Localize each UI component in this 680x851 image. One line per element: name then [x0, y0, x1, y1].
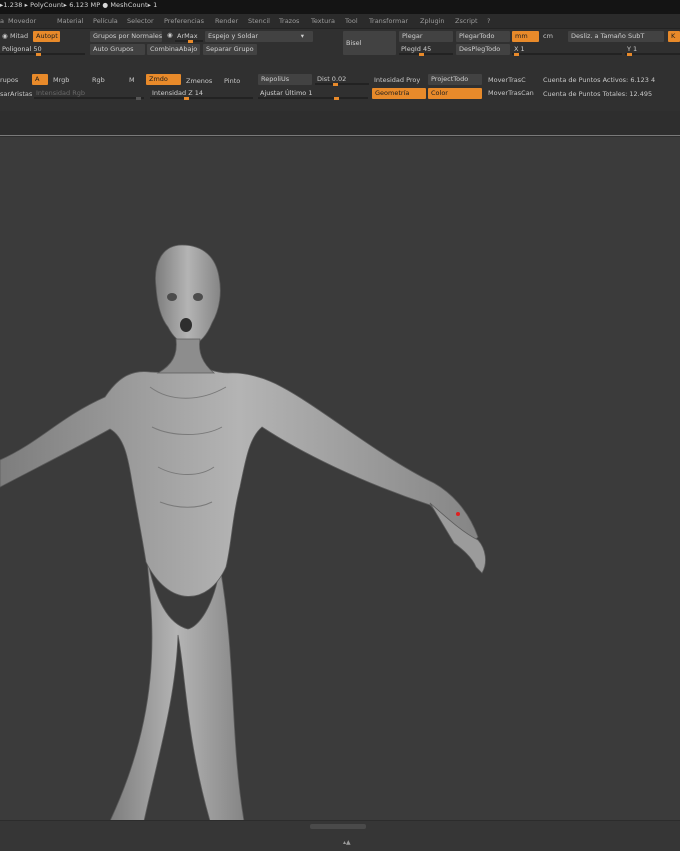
total-points-count: Cuenta de Puntos Totales: 12.495	[543, 90, 653, 98]
rgb-button[interactable]: Rgb	[92, 76, 105, 84]
menu-item-stencil[interactable]: Stencil	[248, 17, 270, 25]
active-points-count: Cuenta de Puntos Activos: 6.123 4	[543, 76, 656, 84]
geometria-button[interactable]: Geometría	[372, 88, 426, 99]
intensidad-proy-label: Intesidad Proy	[374, 76, 421, 84]
tool-palette-panel-lower	[0, 111, 680, 137]
combina-abajo-button[interactable]: CombinaAbajo	[147, 44, 200, 55]
sculpt-canvas[interactable]	[0, 137, 680, 820]
menu-item-textura[interactable]: Textura	[311, 17, 335, 25]
plegar-button[interactable]: Plegar	[399, 31, 453, 42]
menu-item-zplugin[interactable]: Zplugin	[420, 17, 445, 25]
repoli-button[interactable]: RepoliUs	[258, 74, 312, 85]
intensidad-rgb-slider[interactable]: Intensidad Rgb	[34, 88, 144, 100]
shelf-handle[interactable]	[310, 824, 366, 829]
mitad-label: Mitad	[10, 32, 29, 40]
grupos-por-normales-button[interactable]: Grupos por Normales	[90, 31, 162, 42]
y-slider[interactable]: Y 1	[625, 44, 680, 56]
menu-item-preferencias[interactable]: Preferencias	[164, 17, 204, 25]
menu-item-0[interactable]: a	[0, 17, 4, 25]
aristas-label: sarAristas	[0, 90, 33, 98]
menu-item-tool[interactable]: Tool	[345, 17, 358, 25]
mesh-info-bar: ▸1.238 ▸ PolyCount▸ 6.123 MP ● MeshCount…	[0, 1, 158, 9]
bottom-shelf-toggle-icon[interactable]: ▴▲	[343, 839, 351, 846]
menu-item-selector[interactable]: Selector	[127, 17, 154, 25]
pinto-button[interactable]: Pinto	[224, 77, 240, 85]
polygroups-label: rupos	[0, 76, 19, 84]
dropdown-label: Espejo y Soldar	[208, 32, 259, 40]
x-slider[interactable]: X 1	[512, 44, 622, 56]
zmdo-button[interactable]: Zmdo	[146, 74, 181, 85]
intensidad-z-slider[interactable]: Intensidad Z 14	[150, 88, 253, 100]
menu-item-movedor[interactable]: Movedor	[8, 17, 36, 25]
menu-item-render[interactable]: Render	[215, 17, 238, 25]
bisel-button[interactable]: Bisel	[343, 31, 396, 55]
separar-grupo-button[interactable]: Separar Grupo	[203, 44, 257, 55]
k-button[interactable]: K	[668, 31, 680, 42]
unit-mm-button[interactable]: mm	[512, 31, 539, 42]
bottom-shelf: ▴▲	[0, 820, 680, 851]
dist-slider[interactable]: Dist 0.02	[315, 74, 369, 86]
autopt-button[interactable]: Autopt	[33, 31, 60, 42]
zombie-model-3d[interactable]	[0, 244, 486, 820]
menu-item-material[interactable]: Material	[57, 17, 83, 25]
plegar-todo-button[interactable]: PlegarTodo	[456, 31, 510, 42]
espejo-soldar-dropdown[interactable]: Espejo y Soldar ▾	[205, 31, 313, 42]
poligonal-slider[interactable]: Poligonal 50	[0, 44, 85, 56]
project-todo-button[interactable]: ProjectTodo	[428, 74, 482, 85]
ajustar-ultimo-slider[interactable]: Ajustar Último 1	[258, 88, 368, 100]
panel-divider	[0, 135, 680, 136]
zmenos-button[interactable]: Zmenos	[186, 77, 212, 85]
desplegar-todo-button[interactable]: DesPlegTodo	[456, 44, 510, 55]
m-button[interactable]: M	[129, 76, 135, 84]
auto-grupos-button[interactable]: Auto Grupos	[90, 44, 145, 55]
menu-item-zscript[interactable]: Zscript	[455, 17, 478, 25]
menu-item-pelicula[interactable]: Película	[93, 17, 118, 25]
pleg-id-slider[interactable]: PlegId 45	[399, 44, 453, 56]
unit-cm-button[interactable]: cm	[543, 32, 553, 40]
dropdown-arrow-icon: ▾	[300, 32, 304, 40]
mover-trasc-button[interactable]: MoverTrasC	[488, 76, 526, 84]
document-viewport[interactable]	[0, 137, 680, 820]
radio-icon: ◉	[167, 31, 173, 39]
menu-item-help[interactable]: ?	[487, 17, 490, 25]
a-button[interactable]: A	[32, 74, 48, 85]
mrgb-button[interactable]: Mrgb	[53, 76, 69, 84]
mover-trasc-can-button[interactable]: MoverTrasCan	[488, 89, 534, 97]
menu-item-trazos[interactable]: Trazos	[279, 17, 299, 25]
color-button[interactable]: Color	[428, 88, 482, 99]
armax-slider[interactable]: ArMax	[175, 31, 203, 43]
menu-item-transformar[interactable]: Transformar	[369, 17, 408, 25]
dot-icon: ◉	[2, 32, 8, 40]
deslizar-tamano-subt-button[interactable]: Desliz. a Tamaño SubT	[568, 31, 664, 42]
